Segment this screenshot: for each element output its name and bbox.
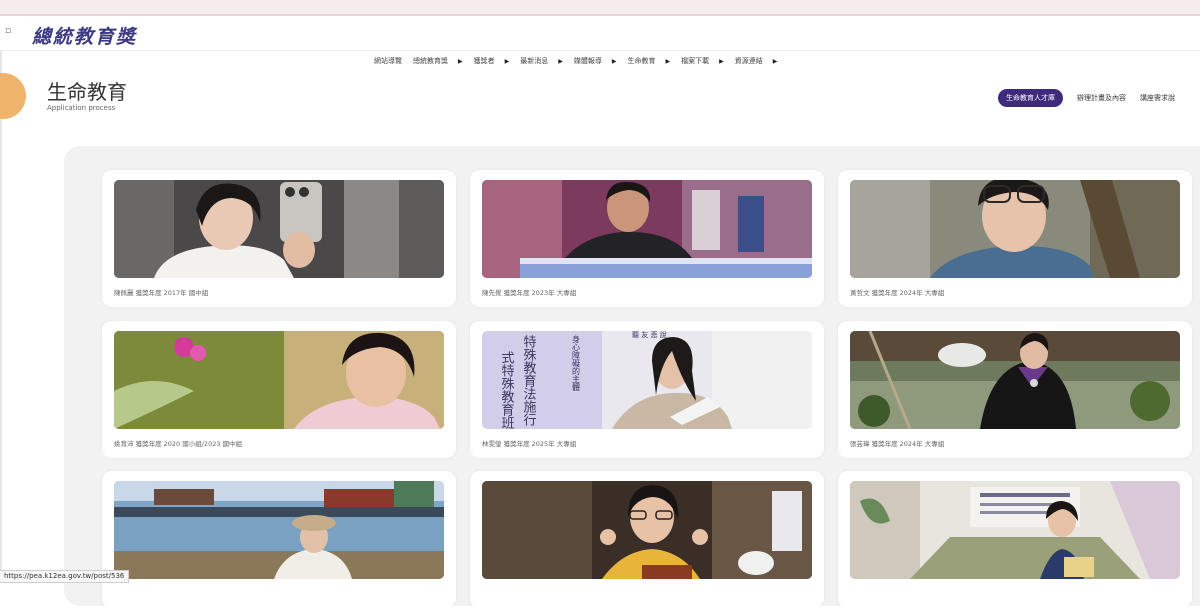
tab-lecture-request[interactable]: 講座需求說: [1140, 93, 1175, 103]
winner-card[interactable]: 式特殊教育班 特殊教育法施行 身心障礙的主體 聽 友 悲 說 林雯瑩 獲獎年度 …: [470, 321, 824, 458]
nav-item-label: 生命教育: [627, 57, 656, 65]
page-subtitle: Application process: [47, 104, 116, 112]
winner-caption: 黃哲文 獲獎年度 2024年 大專組: [850, 289, 945, 297]
winner-photo: [482, 180, 812, 278]
winner-card[interactable]: 陳先覺 獲獎年度 2023年 大專組: [470, 170, 824, 307]
winner-photo: [850, 331, 1180, 429]
nav-item-resources[interactable]: 資源連結 ▶: [735, 56, 778, 66]
nav-item-label: 總統教育獎: [413, 57, 448, 65]
page-title: 生命教育: [47, 80, 127, 104]
nav-item-winners[interactable]: 獲獎者 ▶: [474, 56, 510, 66]
winner-photo: [114, 331, 444, 429]
winner-card[interactable]: 張芸瑋 獲獎年度 2024年 大專組: [838, 321, 1192, 458]
nav-item-label: 網站導覽: [374, 57, 402, 65]
main-nav: 網站導覽 總統教育獎 ▶ 獲獎者 ▶ 最新消息 ▶ 媒體報導 ▶ 生命教育 ▶ 檔案下載 ▶…: [374, 56, 788, 66]
winner-photo: [114, 180, 444, 278]
section-tabs: 生命教育人才庫 辦理計畫及內容 講座需求說: [998, 89, 1189, 107]
board-text-line: 特殊教育法施行: [521, 335, 537, 427]
winner-caption: 陳先覺 獲獎年度 2023年 大專組: [482, 289, 577, 297]
caret-right-icon: ▶: [504, 57, 510, 65]
winner-photo: [482, 481, 812, 579]
caret-right-icon: ▶: [719, 57, 724, 65]
winner-caption: 林雯瑩 獲獎年度 2025年 大專組: [482, 440, 577, 448]
winner-card[interactable]: [102, 471, 456, 608]
board-text-line: 聽 友 悲 說: [632, 331, 667, 339]
nav-item-label: 最新消息: [520, 57, 549, 65]
board-text-line: 式特殊教育班: [499, 351, 515, 429]
winner-photo: [850, 481, 1180, 579]
winner-card[interactable]: [470, 471, 824, 608]
nav-item-label: 獲獎者: [473, 57, 495, 65]
nav-item-label: 媒體報導: [573, 57, 602, 65]
page-title-decoration: [0, 73, 26, 119]
winner-photo: 式特殊教育班 特殊教育法施行 身心障礙的主體 聽 友 悲 說: [482, 331, 812, 429]
winner-card[interactable]: 陳佩麗 獲獎年度 2017年 國中組: [102, 170, 456, 307]
caret-right-icon: ▶: [458, 57, 463, 65]
tab-program-content[interactable]: 辦理計畫及內容: [1077, 93, 1126, 103]
nav-item-label: 資源連結: [734, 57, 763, 65]
nav-item-media[interactable]: 媒體報導 ▶: [574, 56, 617, 66]
winner-card[interactable]: [838, 471, 1192, 608]
caret-right-icon: ▶: [558, 57, 563, 65]
winner-card[interactable]: 黃哲文 獲獎年度 2024年 大專組: [838, 170, 1192, 307]
winner-caption: 陳佩麗 獲獎年度 2017年 國中組: [114, 289, 209, 297]
logo-mark-icon: ▫: [5, 26, 12, 36]
winner-caption: 姚育沛 獲獎年度 2020 國小組/2023 國中組: [114, 440, 243, 448]
caret-right-icon: ▶: [611, 57, 617, 65]
nav-item-downloads[interactable]: 檔案下載 ▶: [681, 56, 724, 66]
caret-right-icon: ▶: [772, 57, 778, 65]
browser-top-strip: [0, 0, 1200, 16]
nav-item-award[interactable]: 總統教育獎 ▶: [413, 56, 463, 66]
tab-talent-pool[interactable]: 生命教育人才庫: [998, 89, 1063, 107]
nav-item-life-education[interactable]: 生命教育 ▶: [628, 56, 671, 66]
nav-item-news[interactable]: 最新消息 ▶: [520, 56, 563, 66]
winner-card[interactable]: 姚育沛 獲獎年度 2020 國小組/2023 國中組: [102, 321, 456, 458]
winner-caption: 張芸瑋 獲獎年度 2024年 大專組: [850, 440, 945, 448]
site-header: ▫ 總統教育獎: [0, 16, 1200, 51]
winner-photo: [850, 180, 1180, 278]
status-bar-url: https://pea.k12ea.gov.tw/post/536: [0, 570, 130, 583]
site-logo[interactable]: 總統教育獎: [32, 22, 137, 49]
winner-photo: [114, 481, 444, 579]
nav-item-site-map[interactable]: 網站導覽: [374, 56, 402, 66]
nav-item-label: 檔案下載: [681, 57, 710, 65]
caret-right-icon: ▶: [665, 57, 671, 65]
board-text-line: 身心障礙的主體: [572, 334, 581, 392]
